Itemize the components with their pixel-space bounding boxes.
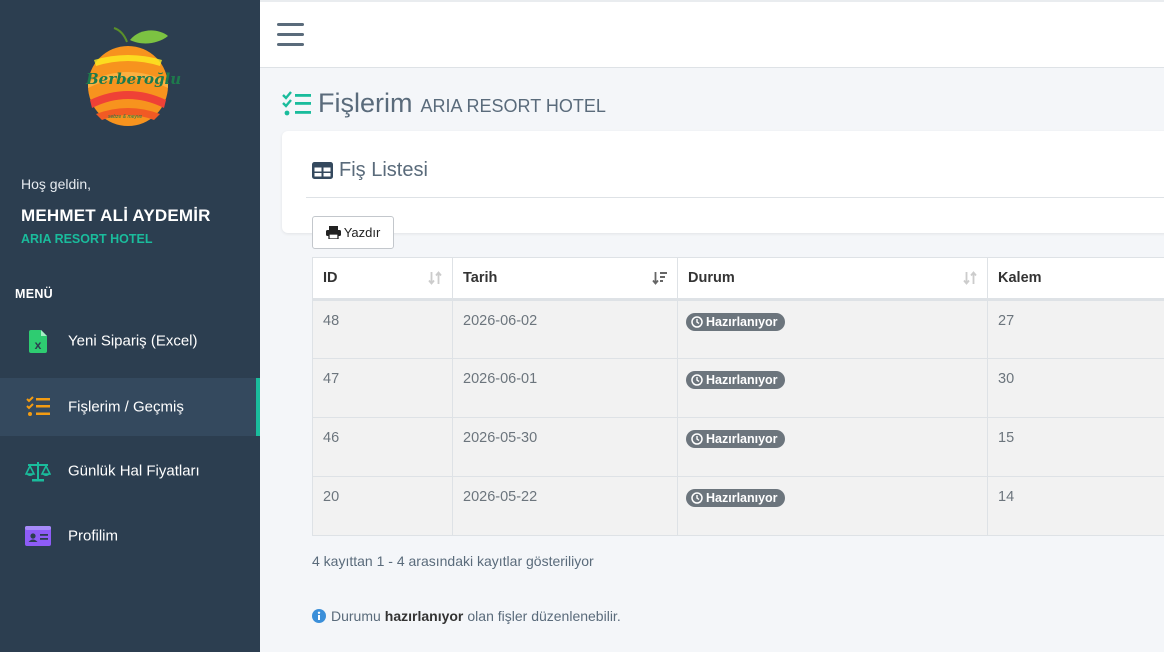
sort-desc-icon xyxy=(652,272,667,285)
receipt-list-card: Fiş Listesi xyxy=(282,131,1164,233)
svg-text:X: X xyxy=(35,342,42,352)
page-title: Fişlerim xyxy=(318,88,413,118)
file-excel-icon: X xyxy=(25,328,51,354)
cell-date: 2026-06-02 xyxy=(452,299,678,359)
column-label: ID xyxy=(323,270,338,286)
id-card-icon xyxy=(25,523,51,549)
sidebar-item-new-order[interactable]: X Yeni Sipariş (Excel) xyxy=(0,312,260,370)
table-icon xyxy=(312,162,333,179)
print-button-label: Yazdır xyxy=(343,225,381,240)
status-badge: Hazırlanıyor xyxy=(686,430,785,448)
cell-items: 15 xyxy=(987,417,1164,477)
card-divider xyxy=(306,197,1164,198)
cell-id: 48 xyxy=(312,299,453,359)
cell-items: 30 xyxy=(987,358,1164,418)
cell-items: 14 xyxy=(987,476,1164,536)
table-info: 4 kayıttan 1 - 4 arasındaki kayıtlar gös… xyxy=(312,553,594,569)
cell-id: 46 xyxy=(312,417,453,477)
printer-icon xyxy=(325,226,341,239)
table-row[interactable]: 46 2026-05-30 Hazırlanıyor 15 xyxy=(312,417,1164,477)
cell-id: 20 xyxy=(312,476,453,536)
receipts-table: ID Tarih Durum Kalem 48 2026-06-02 Hazır… xyxy=(312,257,1164,536)
edit-note: Durumu hazırlanıyor olan fişler düzenlen… xyxy=(312,608,621,624)
note-suffix: olan fişler düzenlenebilir. xyxy=(467,608,621,624)
sidebar-item-label: Profilim xyxy=(68,527,119,545)
status-badge-label: Hazırlanıyor xyxy=(706,315,778,329)
cell-id: 47 xyxy=(312,358,453,418)
status-badge-label: Hazırlanıyor xyxy=(706,491,778,505)
sidebar-item-market-prices[interactable]: Günlük Hal Fiyatları xyxy=(0,442,260,500)
topbar xyxy=(260,0,1164,68)
column-label: Tarih xyxy=(463,270,498,286)
clock-icon xyxy=(691,492,703,504)
sort-icon xyxy=(963,271,977,285)
clock-icon xyxy=(691,316,703,328)
table-row[interactable]: 47 2026-06-01 Hazırlanıyor 30 xyxy=(312,358,1164,418)
list-check-icon xyxy=(282,90,311,115)
hamburger-menu-icon[interactable] xyxy=(277,23,305,47)
column-header-status[interactable]: Durum xyxy=(677,257,988,301)
scale-balance-icon xyxy=(25,458,51,484)
note-bold: hazırlanıyor xyxy=(384,608,464,624)
cell-status: Hazırlanıyor xyxy=(677,417,988,477)
status-badge: Hazırlanıyor xyxy=(686,371,785,389)
note-prefix: Durumu xyxy=(331,608,381,624)
status-badge-label: Hazırlanıyor xyxy=(706,432,778,446)
status-badge: Hazırlanıyor xyxy=(686,313,785,331)
column-label: Kalem xyxy=(998,270,1042,286)
page-subtitle: ARIA RESORT HOTEL xyxy=(420,96,606,116)
brand-logo-tagline: sebze & meyve xyxy=(108,114,143,120)
clock-icon xyxy=(691,433,703,445)
list-check-icon xyxy=(25,394,51,420)
cell-items: 27 xyxy=(987,299,1164,359)
cell-status: Hazırlanıyor xyxy=(677,358,988,418)
sidebar-item-label: Günlük Hal Fiyatları xyxy=(68,462,200,480)
column-header-id[interactable]: ID xyxy=(312,257,453,301)
user-hotel: ARIA RESORT HOTEL xyxy=(21,232,153,246)
column-label: Durum xyxy=(688,270,735,286)
sidebar-item-receipts[interactable]: Fişlerim / Geçmiş xyxy=(0,378,260,436)
cell-date: 2026-06-01 xyxy=(452,358,678,418)
status-badge: Hazırlanıyor xyxy=(686,489,785,507)
page-heading: Fişlerim ARIA RESORT HOTEL xyxy=(282,88,606,119)
cell-status: Hazırlanıyor xyxy=(677,299,988,359)
card-title: Fiş Listesi xyxy=(339,159,428,181)
brand-logo-text: Berberoğlu xyxy=(86,70,182,88)
cell-date: 2026-05-22 xyxy=(452,476,678,536)
sidebar: Berberoğlu sebze & meyve Hoş geldin, MEH… xyxy=(0,0,260,652)
table-header-row: ID Tarih Durum Kalem xyxy=(312,257,1164,301)
clock-icon xyxy=(691,374,703,386)
sidebar-item-label: Yeni Sipariş (Excel) xyxy=(68,332,198,350)
column-header-items[interactable]: Kalem xyxy=(987,257,1164,301)
cell-status: Hazırlanıyor xyxy=(677,476,988,536)
column-header-date[interactable]: Tarih xyxy=(452,257,678,301)
table-row[interactable]: 48 2026-06-02 Hazırlanıyor 27 xyxy=(312,299,1164,359)
sort-icon xyxy=(428,271,442,285)
table-row[interactable]: 20 2026-05-22 Hazırlanıyor 14 xyxy=(312,476,1164,536)
print-button[interactable]: Yazdır xyxy=(312,216,394,249)
user-name: MEHMET ALİ AYDEMİR xyxy=(21,206,211,225)
status-badge-label: Hazırlanıyor xyxy=(706,373,778,387)
menu-title: MENÜ xyxy=(15,287,54,301)
info-circle-icon xyxy=(312,609,326,623)
cell-date: 2026-05-30 xyxy=(452,417,678,477)
brand-logo[interactable]: Berberoğlu sebze & meyve xyxy=(80,22,182,132)
welcome-text: Hoş geldin, xyxy=(21,176,92,192)
sidebar-item-profile[interactable]: Profilim xyxy=(0,507,260,565)
sidebar-item-label: Fişlerim / Geçmiş xyxy=(68,398,184,416)
